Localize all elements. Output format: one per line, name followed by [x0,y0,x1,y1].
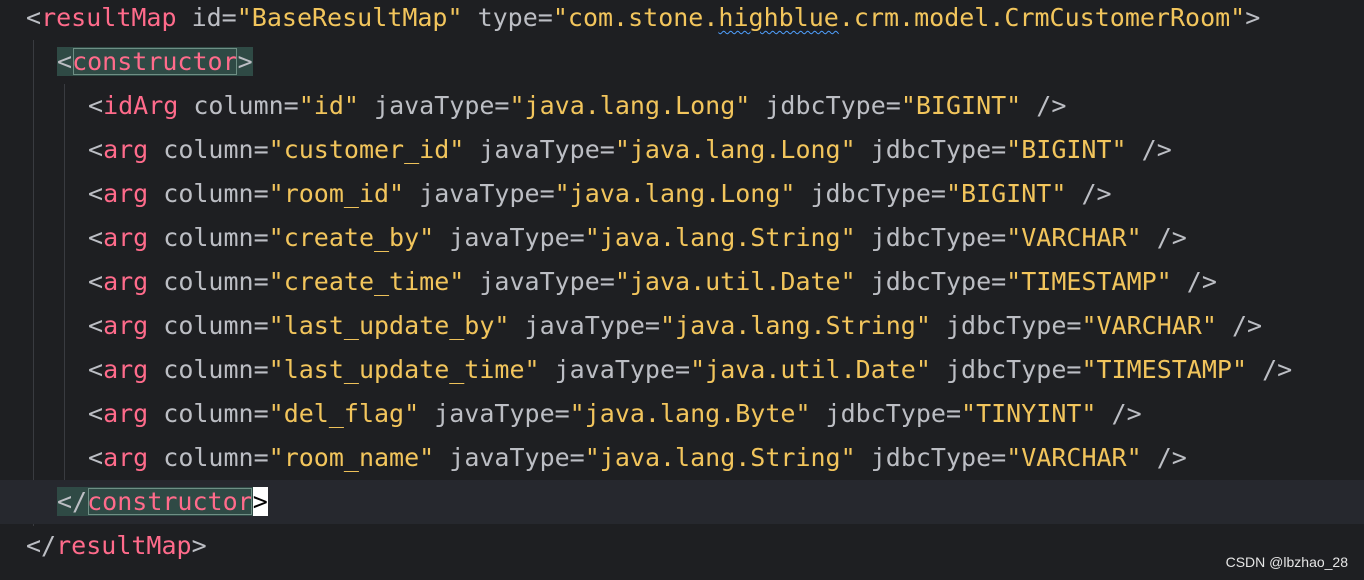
code-line[interactable]: </resultMap> [0,524,1364,568]
bracket: </ [57,487,88,516]
watermark: CSDN @lbzhao_28 [1225,554,1348,570]
code-line[interactable]: <arg column="del_flag" javaType="java.la… [0,392,1364,436]
bracket: </ [26,531,57,560]
code-line[interactable]: <arg column="create_by" javaType="java.l… [0,216,1364,260]
tag-name: arg [103,311,149,340]
bracket: < [26,3,42,32]
code-line[interactable]: <arg column="room_name" javaType="java.l… [0,436,1364,480]
tag-name: resultMap [41,3,177,32]
code-line[interactable]: <arg column="room_id" javaType="java.lan… [0,172,1364,216]
current-code-line[interactable]: </constructor> [0,480,1364,524]
attr-value: .crm.model.CrmCustomerRoom" [838,3,1246,32]
code-line[interactable]: <constructor> [0,40,1364,84]
attr-value: "BaseResultMap" [236,3,463,32]
code-line[interactable]: <resultMap id="BaseResultMap" type="com.… [0,0,1364,40]
bracket: > [191,531,207,560]
code-line[interactable]: <arg column="customer_id" javaType="java… [0,128,1364,172]
attr-value: "com.stone. [552,3,719,32]
tag-name: arg [103,399,149,428]
spelling-warning[interactable]: highblue [718,3,838,32]
bracket: > [237,47,253,76]
code-line[interactable]: <arg column="last_update_by" javaType="j… [0,304,1364,348]
attr-name: id= [176,3,237,32]
attr-name: type= [462,3,553,32]
tag-name: arg [103,179,149,208]
tag-name: arg [103,267,149,296]
bracket: > [1245,3,1261,32]
tag-name: arg [103,443,149,472]
code-line[interactable]: <arg column="create_time" javaType="java… [0,260,1364,304]
code-line[interactable]: <arg column="last_update_time" javaType=… [0,348,1364,392]
code-line[interactable]: <idArg column="id" javaType="java.lang.L… [0,84,1364,128]
tag-name: arg [103,355,149,384]
text-cursor: > [252,487,268,516]
matched-tag-name: constructor [87,487,253,516]
bracket: < [57,47,73,76]
tag-name: arg [103,135,149,164]
tag-name: resultMap [56,531,192,560]
tag-name: arg [103,223,149,252]
code-editor[interactable]: <resultMap id="BaseResultMap" type="com.… [0,0,1364,580]
tag-name: idArg [103,91,179,120]
matched-tag-name: constructor [72,47,238,76]
